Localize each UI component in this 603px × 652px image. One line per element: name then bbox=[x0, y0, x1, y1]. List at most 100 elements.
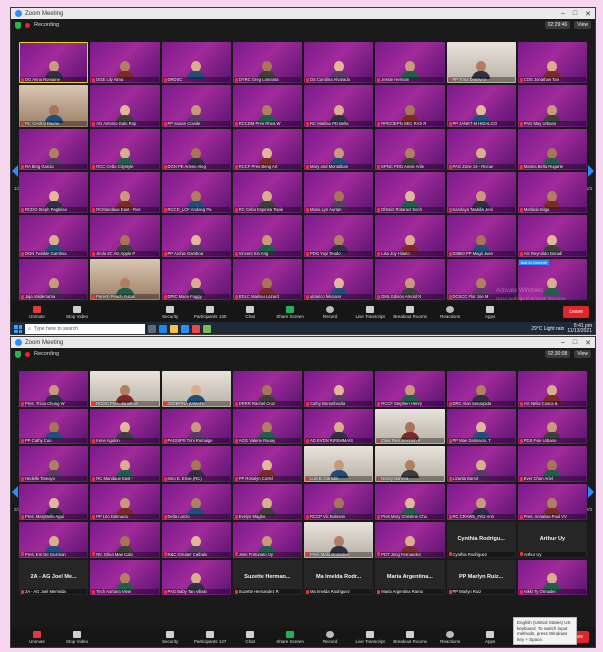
participant-tile[interactable]: Marina Bella Rugarte bbox=[517, 128, 587, 170]
participant-tile[interactable]: Pres. Tricia Chung W bbox=[19, 371, 89, 407]
participant-tile[interactable]: JOSEFINA ZABATE bbox=[161, 371, 231, 407]
participant-tile[interactable]: Ma Imelda Rodr... Ma Imelda Rodriguez bbox=[304, 559, 374, 596]
participant-tile[interactable]: RC Central Davao bbox=[19, 85, 89, 127]
participant-tile[interactable]: Pres. Em De Guzman bbox=[19, 521, 89, 558]
participant-tile[interactable]: Pres. Annalisa Paul VV bbox=[517, 484, 587, 520]
participant-tile[interactable]: Della Lanzo bbox=[161, 484, 231, 520]
participant-tile[interactable]: Irene Agulon bbox=[90, 408, 160, 445]
participant-tile[interactable]: RCDO Steph Pagbilao bbox=[19, 171, 89, 214]
participant-tile[interactable]: Pres. MaryBelle Agui bbox=[19, 484, 89, 520]
participant-tile[interactable]: AG Reynoldo Doradi bbox=[517, 215, 587, 257]
next-page-icon[interactable] bbox=[588, 165, 594, 177]
participant-tile[interactable]: RCC Cebu Citystyle bbox=[90, 128, 160, 170]
participant-tile[interactable]: PP Lito Dalmacio bbox=[90, 484, 160, 520]
view-button[interactable]: View bbox=[574, 350, 591, 358]
participant-tile[interactable]: D3850 PP Magli Juan bbox=[446, 215, 516, 257]
edge-browser-icon[interactable] bbox=[159, 325, 167, 333]
participant-tile[interactable]: RC Cebu Espinita Tepie bbox=[232, 171, 302, 214]
participant-tile[interactable]: Rtr. Glina Mae Cabi bbox=[90, 521, 160, 558]
participant-tile[interactable]: Jimla 3C AG Apple P bbox=[90, 215, 160, 257]
reactions-button[interactable]: Reactions bbox=[430, 305, 470, 319]
maximize-icon[interactable]: □ bbox=[573, 10, 577, 18]
file-explorer-icon[interactable] bbox=[170, 325, 178, 333]
breakout-rooms-button[interactable]: Breakout Rooms bbox=[390, 630, 430, 644]
share-screen-button[interactable]: Share Screen bbox=[270, 630, 310, 644]
participant-tile[interactable]: RA Bing Garcia bbox=[19, 128, 89, 170]
participant-tile[interactable]: DS Carolina Alvarado bbox=[304, 42, 374, 84]
participant-tile[interactable]: Lizarita Barrol bbox=[446, 446, 516, 483]
participant-tile[interactable]: DGE Lily Alma bbox=[90, 42, 160, 84]
minimize-icon[interactable]: – bbox=[561, 339, 565, 347]
maximize-icon[interactable]: □ bbox=[573, 339, 577, 347]
participant-tile[interactable]: RC Mandaue East - bbox=[90, 446, 160, 483]
participant-tile[interactable]: Arthur Uy Arthur Uy bbox=[517, 521, 587, 558]
participant-tile[interactable]: DGN Twinkle Gamboa bbox=[19, 215, 89, 257]
window-controls[interactable]: – □ ✕ bbox=[561, 339, 591, 347]
participant-tile[interactable]: DPIC Marvi Foggy bbox=[161, 258, 231, 300]
prev-page-icon[interactable] bbox=[12, 165, 18, 177]
participant-tile[interactable]: Lisa Joy Hilario bbox=[375, 215, 445, 257]
participant-tile[interactable]: DML Edison Arnold N bbox=[375, 258, 445, 300]
participant-tile[interactable]: PAG Baby Tan Villalo bbox=[161, 559, 231, 596]
participant-tile[interactable]: AG Antonio Galo Rop bbox=[90, 85, 160, 127]
participant-tile[interactable]: Ever Chan Ariel bbox=[517, 446, 587, 483]
participant-tile[interactable]: DG Anna Romaine bbox=[19, 42, 89, 84]
participant-tile[interactable]: Mary and Montalban bbox=[304, 128, 374, 170]
participant-tile[interactable]: Cathy Bonaribactia bbox=[304, 371, 374, 407]
participant-tile[interactable]: PAG/SPS Trini Romaige bbox=[161, 408, 231, 445]
participant-tile[interactable]: RCMandaue East - Ros bbox=[90, 171, 160, 214]
app-icon[interactable] bbox=[203, 325, 211, 333]
participant-tile[interactable]: RCCF Stephen Henry bbox=[375, 371, 445, 407]
windows-start-icon[interactable] bbox=[14, 325, 22, 333]
participant-tile[interactable]: Dfstrict Rotaract Sech bbox=[375, 171, 445, 214]
taskbar-search-input[interactable]: ⌕ Type here to search bbox=[25, 324, 145, 334]
zoom-taskbar-icon[interactable] bbox=[181, 325, 189, 333]
breakout-rooms-button[interactable]: Breakout Rooms bbox=[390, 305, 430, 319]
live-transcript-button[interactable]: Live Transcript bbox=[350, 305, 390, 319]
participant-tile[interactable]: PP Marlyn Ruiz... PP Marlyn Ruiz bbox=[446, 559, 516, 596]
participant-tile[interactable]: PDS Fvie Urbano bbox=[517, 408, 587, 445]
participant-tile[interactable]: Pres. Malu Gonzales bbox=[304, 521, 374, 558]
participant-tile[interactable]: Maria Argentina... Maria Argentina Ramo bbox=[375, 559, 445, 596]
participant-tile[interactable]: RCCD_LCF Andang Pa bbox=[161, 171, 231, 214]
participant-tile[interactable]: Nikki Ty Ormadei bbox=[517, 559, 587, 596]
record-button[interactable]: Record bbox=[310, 630, 350, 644]
participant-tile[interactable]: PDT Jong Fernandez bbox=[375, 521, 445, 558]
leave-button[interactable]: Leave bbox=[563, 306, 589, 318]
participant-tile[interactable]: R&C Greater Catbalo bbox=[161, 521, 231, 558]
security-button[interactable]: Security bbox=[150, 305, 190, 319]
participant-tile[interactable]: Karolaya 'Mabilis Jeni bbox=[446, 171, 516, 214]
participant-tile[interactable]: AD EVDN RIFEMMAIS bbox=[304, 408, 374, 445]
participant-tile[interactable]: PP JANET M HIDALGO bbox=[446, 85, 516, 127]
prev-page-icon[interactable] bbox=[12, 486, 18, 498]
participant-tile[interactable]: Jaja Valderrama bbox=[19, 258, 89, 300]
ask-to-unmute-button[interactable]: Ask to Unmute bbox=[518, 259, 549, 265]
live-transcript-button[interactable]: Live Transcript bbox=[350, 630, 390, 644]
reactions-button[interactable]: Reactions bbox=[430, 630, 470, 644]
participant-tile[interactable]: DRRR Rachel Cruz bbox=[232, 371, 302, 407]
participant-tile[interactable]: AG Nelia Cosca & bbox=[517, 371, 587, 407]
participant-tile[interactable]: Jose Fortunato Uy bbox=[232, 521, 302, 558]
close-icon[interactable]: ✕ bbox=[585, 339, 591, 347]
participant-tile[interactable]: 2A - AG Joel Me... 2A - AG Joel Mermida bbox=[19, 559, 89, 596]
participant-tile[interactable]: Cynthia Rodrigu... Cynthia Rodriguez bbox=[446, 521, 516, 558]
participant-tile[interactable]: PAG Zone 14 - Recue bbox=[446, 128, 516, 170]
window-controls[interactable]: – □ ✕ bbox=[561, 10, 591, 18]
participant-tile[interactable]: Tech Aurturia View bbox=[90, 559, 160, 596]
participant-tile[interactable]: PDG Yuyi Teodo bbox=[304, 215, 374, 257]
participant-tile[interactable]: RCCDM Pres Rhea W bbox=[232, 85, 302, 127]
participant-tile[interactable]: Evelyn Magbo bbox=[232, 484, 302, 520]
participant-tile[interactable]: AGG Valerie Rauay bbox=[232, 408, 302, 445]
view-button[interactable]: View bbox=[574, 21, 591, 29]
participant-tile[interactable]: Parenti Peach Yuzon bbox=[90, 258, 160, 300]
chat-button[interactable]: Chat bbox=[230, 305, 270, 319]
participant-tile[interactable]: Marlada Bilga bbox=[517, 171, 587, 214]
participant-tile[interactable]: Nancy Barrera bbox=[375, 446, 445, 483]
task-view-icon[interactable] bbox=[148, 325, 156, 333]
stop-video-button[interactable]: Stop Video bbox=[57, 305, 97, 319]
security-shield-icon[interactable] bbox=[15, 21, 21, 29]
chat-button[interactable]: Chat bbox=[230, 630, 270, 644]
apps-button[interactable]: Apps bbox=[470, 305, 510, 319]
participant-tile[interactable]: RC CRAWE_Fritz Ann bbox=[446, 484, 516, 520]
participant-tile[interactable]: Vincent Kin Ang bbox=[232, 215, 302, 257]
